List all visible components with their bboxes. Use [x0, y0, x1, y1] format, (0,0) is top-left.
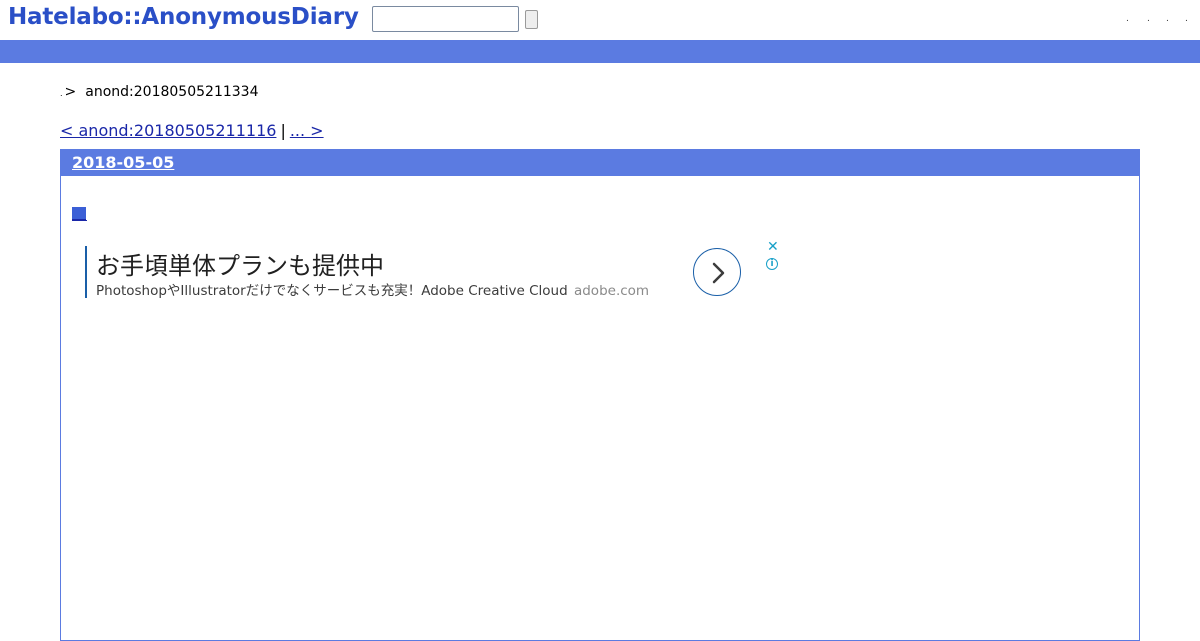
chevron-right-icon [712, 262, 725, 284]
menu-link-2[interactable]: . [1147, 14, 1150, 24]
day-header: 2018-05-05 [61, 150, 1139, 176]
pager-divider: | [280, 121, 286, 140]
site-logo[interactable]: Hatelabo::AnonymousDiary [8, 4, 359, 30]
breadcrumb-separator: > [64, 84, 77, 100]
ad-accent-bar [85, 246, 87, 298]
search-input[interactable] [372, 6, 519, 32]
ad-domain: adobe.com [573, 283, 650, 299]
header-band [0, 40, 1200, 63]
search-button[interactable] [525, 10, 538, 29]
breadcrumb-current: anond:20180505211334 [85, 84, 259, 100]
square-icon [72, 207, 86, 220]
entry-permalink-underline [72, 220, 87, 221]
ad-description-text: PhotoshopやIllustratorだけでなくサービスも充実！Adobe … [96, 283, 568, 299]
prev-entry-link[interactable]: < anond:20180505211116 [60, 121, 276, 140]
day-date-link[interactable]: 2018-05-05 [72, 153, 174, 172]
sponsored-ad[interactable]: お手頃単体プランも提供中 PhotoshopやIllustratorだけでなくサ… [85, 240, 785, 299]
entry-pager: < anond:20180505211116 |... > [60, 121, 324, 140]
close-icon[interactable]: ✕ [767, 240, 779, 254]
breadcrumb-home-link[interactable]: . [60, 89, 63, 98]
menu-link-1[interactable]: . [1126, 14, 1129, 24]
breadcrumb: . > anond:20180505211334 [60, 84, 258, 100]
day-section: 2018-05-05 お手頃単体プランも提供中 PhotoshopやIllust… [60, 149, 1140, 641]
menu-link-4[interactable]: . [1185, 14, 1188, 24]
ad-title[interactable]: お手頃単体プランも提供中 [96, 246, 384, 281]
next-entry-link[interactable]: ... > [290, 121, 324, 140]
menu-link-3[interactable]: . [1166, 14, 1169, 24]
ad-open-button[interactable] [693, 248, 741, 296]
top-bar: Hatelabo::AnonymousDiary . . . . [0, 0, 1200, 40]
ad-description[interactable]: PhotoshopやIllustratorだけでなくサービスも充実！Adobe … [96, 279, 649, 299]
info-icon[interactable]: i [766, 258, 778, 270]
